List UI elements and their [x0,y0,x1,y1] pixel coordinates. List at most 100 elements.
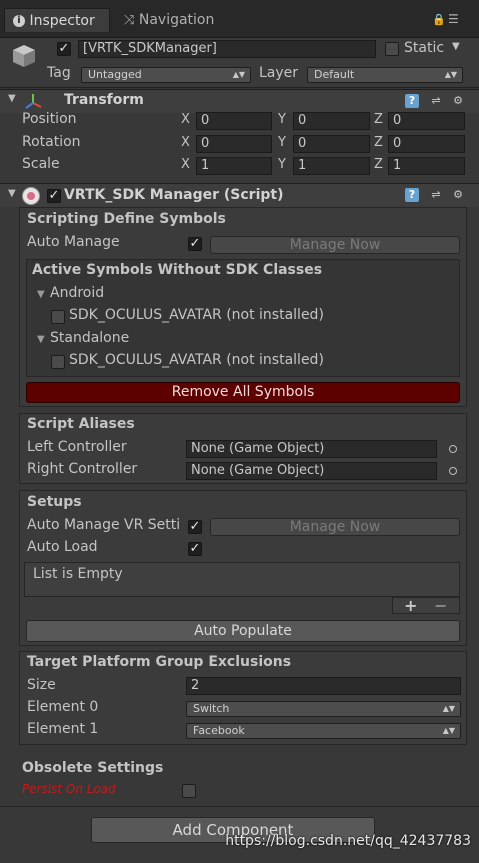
remove-all-symbols-button[interactable]: Remove All Symbols [26,382,460,403]
standalone-group-label[interactable]: Standalone [50,330,129,346]
transform-title: Transform [64,92,144,108]
object-picker-icon[interactable] [449,467,457,475]
preset-icon[interactable]: ⇌ [429,94,443,108]
preset-icon[interactable]: ⇌ [429,188,443,202]
setups-heading: Setups [27,494,82,510]
auto-load-label: Auto Load [27,539,98,555]
help-icon[interactable]: ? [405,188,419,202]
list-empty-label: List is Empty [33,566,123,582]
script-enabled-checkbox[interactable]: ✓ [47,189,61,203]
manage-now-button[interactable]: Manage Now [210,236,460,254]
android-symbol-checkbox[interactable] [51,310,65,324]
lock-icon[interactable]: 🔒 [432,13,446,26]
gear-icon[interactable]: ⚙ [451,94,465,108]
object-picker-icon[interactable] [449,445,457,453]
add-item-button[interactable]: + [404,596,417,615]
rotation-y-field[interactable]: 0 [293,135,370,153]
layer-label: Layer [259,65,299,81]
position-y-field[interactable]: 0 [293,112,370,130]
chevron-updown-icon: ▲▼ [444,70,457,79]
manage-now-button[interactable]: Manage Now [210,518,460,536]
size-label: Size [27,677,56,693]
gameobject-cube-icon [10,42,38,70]
tab-bar: i Inspector ⤨ Navigation 🔒 ☰ [0,0,479,38]
help-icon[interactable]: ? [405,94,419,108]
axis-z-label: Z [374,135,383,150]
auto-manage-checkbox[interactable]: ✓ [188,237,202,251]
sdk-manager-header[interactable]: ▼ ✓ VRTK_SDK Manager (Script) ? ⇌ ⚙ [0,183,479,207]
foldout-open-icon[interactable]: ▼ [37,334,45,345]
define-symbols-heading: Scripting Define Symbols [27,211,226,227]
chevron-updown-icon: ▲▼ [232,70,245,79]
standalone-symbol-checkbox[interactable] [51,355,65,369]
element-1-label: Element 1 [27,721,99,737]
axis-y-label: Y [278,135,286,150]
size-field[interactable]: 2 [186,677,461,695]
standalone-symbol-label: SDK_OCULUS_AVATAR (not installed) [69,352,324,368]
right-controller-label: Right Controller [27,461,138,477]
position-z-field[interactable]: 0 [388,112,465,130]
element-1-value: Facebook [193,724,245,737]
sdk-manager-title: VRTK_SDK Manager (Script) [64,187,284,203]
left-controller-label: Left Controller [27,439,127,455]
navigation-icon: ⤨ [124,13,135,28]
element-0-value: Switch [193,702,230,715]
position-label: Position [22,111,77,127]
rotation-label: Rotation [22,134,81,150]
auto-manage-vr-checkbox[interactable]: ✓ [188,520,202,534]
axis-x-label: X [181,157,190,172]
auto-populate-button[interactable]: Auto Populate [26,620,460,642]
element-0-dropdown[interactable]: Switch ▲▼ [186,701,461,717]
element-1-dropdown[interactable]: Facebook ▲▼ [186,723,461,739]
right-controller-field[interactable]: None (Game Object) [186,462,437,480]
static-checkbox[interactable] [385,42,399,56]
android-group-label[interactable]: Android [50,285,104,301]
transform-header[interactable]: ▼ Transform ? ⇌ ⚙ [0,89,479,113]
gear-icon[interactable]: ⚙ [451,188,465,202]
divider [0,806,479,807]
persist-on-load-checkbox[interactable] [182,784,196,798]
tab-menu-icon[interactable]: ☰ [448,12,459,26]
axis-z-label: Z [374,157,383,172]
element-0-label: Element 0 [27,699,99,715]
tab-navigation-label: Navigation [138,12,215,28]
script-aliases-heading: Script Aliases [27,416,135,432]
tag-value: Untagged [88,68,142,81]
axis-y-label: Y [278,112,286,127]
obsolete-heading: Obsolete Settings [22,760,164,776]
left-controller-field[interactable]: None (Game Object) [186,440,437,458]
scale-y-field[interactable]: 1 [293,157,370,175]
auto-load-checkbox[interactable]: ✓ [188,542,202,556]
scale-z-field[interactable]: 1 [388,157,465,175]
list-footer [392,597,460,614]
layer-dropdown[interactable]: Default ▲▼ [307,67,463,83]
rotation-x-field[interactable]: 0 [196,135,272,153]
foldout-open-icon[interactable]: ▼ [8,93,16,104]
scale-label: Scale [22,156,60,172]
axis-x-label: X [181,112,190,127]
info-icon: i [13,15,25,27]
watermark: https://blog.csdn.net/qq_42437783 [225,833,471,849]
remove-item-button[interactable]: − [434,596,447,615]
foldout-open-icon[interactable]: ▼ [8,188,16,199]
axis-y-label: Y [278,157,286,172]
position-x-field[interactable]: 0 [196,112,272,130]
active-checkbox[interactable]: ✓ [57,42,71,56]
tab-navigation[interactable]: ⤨ Navigation [116,8,226,32]
axis-z-label: Z [374,112,383,127]
tag-label: Tag [47,65,71,81]
auto-manage-vr-label: Auto Manage VR Setti [27,517,181,533]
scale-x-field[interactable]: 1 [196,157,272,175]
object-header: ✓ [VRTK_SDKManager] Static ▼ Tag Untagge… [0,38,479,88]
foldout-open-icon[interactable]: ▼ [37,289,45,300]
exclusions-heading: Target Platform Group Exclusions [27,654,292,670]
static-dropdown-icon[interactable]: ▼ [452,41,460,52]
auto-manage-label: Auto Manage [27,234,120,250]
tab-inspector[interactable]: i Inspector [4,8,110,32]
chevron-updown-icon: ▲▼ [442,726,455,735]
rotation-z-field[interactable]: 0 [388,135,465,153]
tab-inspector-label: Inspector [29,13,95,29]
tag-dropdown[interactable]: Untagged ▲▼ [81,67,251,83]
object-name-field[interactable]: [VRTK_SDKManager] [78,40,376,58]
android-symbol-label: SDK_OCULUS_AVATAR (not installed) [69,307,324,323]
